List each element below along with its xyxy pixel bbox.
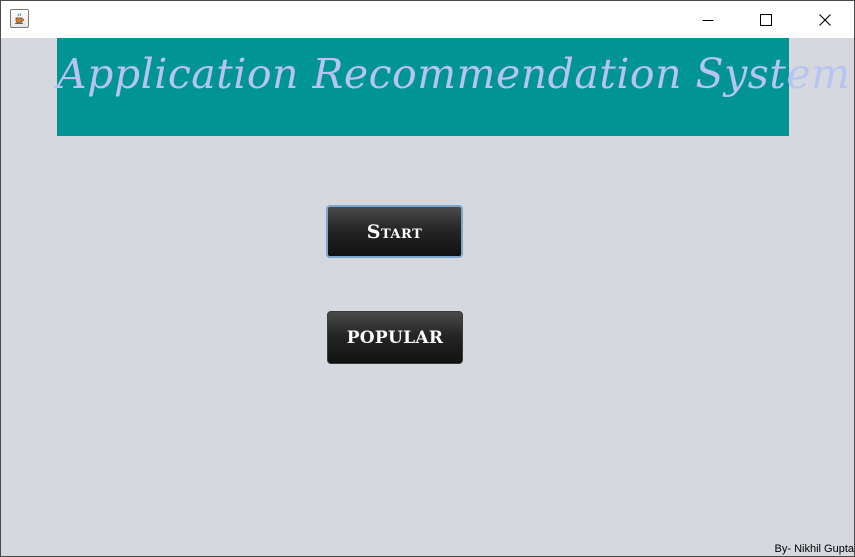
java-coffee-cup-icon[interactable] <box>10 9 29 28</box>
popular-button[interactable]: POPULAR <box>327 311 463 364</box>
app-title: Application Recommendation System <box>57 50 851 98</box>
maximize-button[interactable] <box>737 1 795 38</box>
minimize-button[interactable] <box>679 1 737 38</box>
close-icon <box>819 13 831 26</box>
title-bar[interactable] <box>1 1 854 38</box>
maximize-icon <box>760 13 772 26</box>
minimize-icon <box>702 19 714 21</box>
author-credit: By- Nikhil Gupta <box>774 543 854 555</box>
header-banner: Application Recommendation System <box>57 38 851 136</box>
start-button[interactable]: Start <box>326 205 463 258</box>
app-window: Application Recommendation System Start … <box>0 0 855 557</box>
close-button[interactable] <box>796 1 854 38</box>
